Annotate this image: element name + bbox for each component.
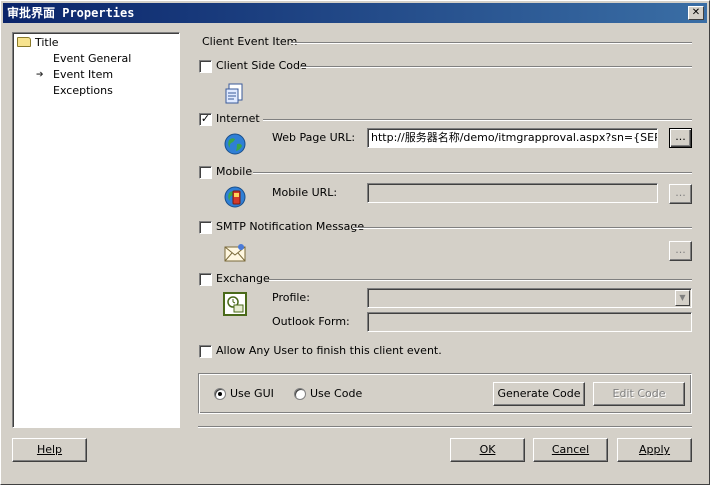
internet-separator [263,119,692,121]
tree-item-label: Exceptions [53,84,113,97]
group-title: Client Event Item [202,35,298,48]
mobile-separator [253,172,692,174]
allow-any-user-checkbox[interactable] [199,345,212,358]
title-bar[interactable]: 审批界面 Properties ✕ [3,3,707,23]
cancel-button-label: Cancel [551,443,590,456]
close-icon: ✕ [691,7,701,18]
edit-code-button[interactable]: Edit Code [593,382,685,406]
properties-dialog: 审批界面 Properties ✕ Title Event General ➔ … [0,0,710,485]
tree-item-label: Event General [53,52,132,65]
tree-item-label: Event Item [53,68,114,81]
mobile-url-label: Mobile URL: [272,186,338,199]
ok-button[interactable]: OK [450,438,525,462]
navigation-tree[interactable]: Title Event General ➔ Event Item Excepti… [12,32,180,428]
client-side-code-separator [301,66,692,68]
use-code-label[interactable]: Use Code [310,387,362,401]
outlook-form-input[interactable] [367,312,692,332]
help-button[interactable]: Help [12,438,87,462]
smtp-separator [353,227,692,229]
tree-item-event-general[interactable]: Event General [53,51,131,67]
footer-separator [198,426,692,428]
exchange-checkbox[interactable] [199,273,212,286]
help-button-label: Help [36,443,63,456]
exchange-label[interactable]: Exchange [216,272,270,286]
web-page-url-browse-button[interactable]: ... [669,128,692,148]
apply-button[interactable]: Apply [617,438,692,462]
exchange-icon [223,292,247,316]
apply-button-label: Apply [638,443,671,456]
checkmark-icon: ✓ [200,112,211,125]
tree-item-event-item[interactable]: ➔ Event Item [36,67,114,83]
use-gui-radio[interactable] [214,388,226,400]
use-gui-label[interactable]: Use GUI [230,387,274,401]
exchange-separator [269,279,692,281]
allow-any-user-label[interactable]: Allow Any User to finish this client eve… [216,344,442,358]
mobile-url-input[interactable] [367,183,658,203]
window-title: 审批界面 Properties [7,6,135,20]
mobile-globe-icon [224,186,246,208]
smtp-notification-label[interactable]: SMTP Notification Message [216,220,364,234]
close-button[interactable]: ✕ [688,6,704,20]
selected-arrow-icon: ➔ [36,70,44,80]
profile-label: Profile: [272,291,310,304]
ok-button-label: OK [479,443,496,456]
script-document-icon [225,83,243,104]
generate-code-button[interactable]: Generate Code [493,382,585,406]
globe-icon [224,133,246,155]
tree-item-exceptions[interactable]: Exceptions [53,83,113,99]
group-separator [291,42,692,44]
internet-checkbox[interactable]: ✓ [199,113,212,126]
outlook-form-label: Outlook Form: [272,315,350,328]
mobile-url-browse-button[interactable]: ... [669,184,692,204]
web-page-url-label: Web Page URL: [272,131,356,144]
web-page-url-input[interactable]: http://服务器名称/demo/itmgrapproval.aspx?sn=… [367,128,658,148]
cancel-button[interactable]: Cancel [533,438,608,462]
client-side-code-checkbox[interactable] [199,60,212,73]
tree-root-label: Title [35,36,59,49]
mobile-checkbox[interactable] [199,166,212,179]
chevron-down-icon[interactable]: ▼ [675,290,690,306]
smtp-notification-checkbox[interactable] [199,221,212,234]
tree-root-title[interactable]: Title [17,35,59,51]
use-code-radio[interactable] [294,388,306,400]
smtp-browse-button[interactable]: ... [669,241,692,261]
internet-label[interactable]: Internet [216,112,260,126]
folder-open-icon [17,37,31,47]
client-side-code-label[interactable]: Client Side Code [216,59,307,73]
profile-combobox[interactable]: ▼ [367,288,692,308]
mobile-label[interactable]: Mobile [216,165,252,179]
envelope-icon [224,244,246,262]
